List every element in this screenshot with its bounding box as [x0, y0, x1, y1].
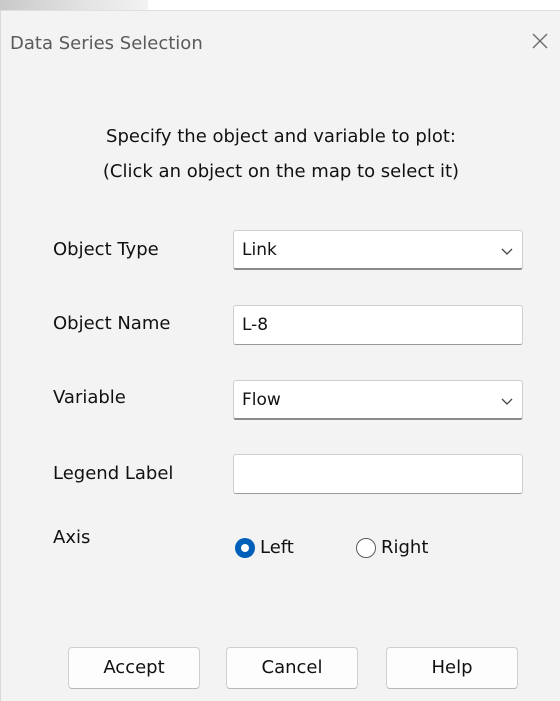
- axis-left-radio[interactable]: Left: [235, 536, 305, 562]
- background-window-edge: [0, 0, 148, 10]
- variable-value: Flow: [242, 390, 281, 410]
- variable-dropdown[interactable]: Flow: [233, 380, 523, 420]
- variable-label: Variable: [53, 387, 126, 408]
- help-button[interactable]: Help: [386, 647, 518, 689]
- legend-label-input[interactable]: [233, 454, 523, 494]
- object-name-input[interactable]: L-8: [233, 305, 523, 345]
- radio-unchecked-icon: [356, 538, 376, 558]
- close-icon: [532, 33, 548, 49]
- accept-button[interactable]: Accept: [68, 647, 200, 689]
- object-type-value: Link: [242, 240, 277, 260]
- dialog-title: Data Series Selection: [10, 33, 203, 54]
- object-name-value: L-8: [242, 315, 269, 335]
- axis-right-radio[interactable]: Right: [356, 536, 446, 562]
- cancel-button[interactable]: Cancel: [226, 647, 358, 689]
- object-name-label: Object Name: [53, 313, 171, 334]
- object-type-label: Object Type: [53, 239, 159, 260]
- legend-label-label: Legend Label: [53, 463, 174, 484]
- object-type-dropdown[interactable]: Link: [233, 230, 523, 270]
- axis-left-label: Left: [260, 537, 294, 558]
- title-bar[interactable]: Data Series Selection: [1, 11, 560, 75]
- close-button[interactable]: [521, 19, 560, 63]
- axis-right-label: Right: [381, 537, 429, 558]
- instruction-line-2: (Click an object on the map to select it…: [102, 161, 460, 182]
- radio-checked-icon: [235, 538, 255, 558]
- axis-label: Axis: [53, 527, 91, 548]
- chevron-down-icon: [501, 248, 513, 255]
- chevron-down-icon: [501, 398, 513, 405]
- instruction-line-1: Specify the object and variable to plot:: [106, 126, 456, 147]
- data-series-selection-dialog: Data Series Selection Specify the object…: [0, 10, 560, 701]
